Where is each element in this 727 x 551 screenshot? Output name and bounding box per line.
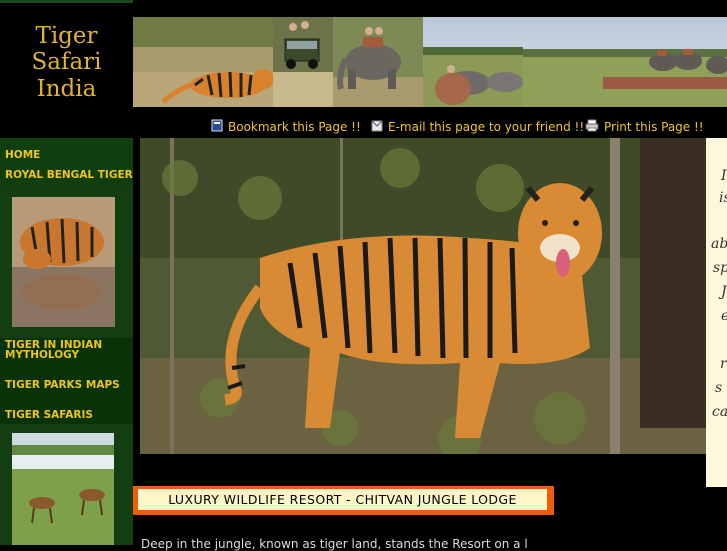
intro-text-fragment: is [719, 190, 727, 206]
bookmark-link[interactable]: Bookmark this Page !! [211, 119, 361, 135]
book-icon [211, 119, 223, 135]
left-sidebar: HOME ROYAL BENGAL TIGER TIGER IN INDIAN … [0, 138, 133, 545]
nav-royal-bengal-tiger[interactable]: ROYAL BENGAL TIGER [0, 170, 133, 181]
logo-line-1: Tiger [35, 23, 98, 49]
intro-text-fragment: ca [712, 404, 727, 420]
intro-text-fragment: sp [713, 260, 727, 276]
resort-heading-box: LUXURY WILDLIFE RESORT - CHITVAN JUNGLE … [133, 486, 554, 515]
email-label: E-mail this page to your friend !! [388, 120, 585, 134]
print-link[interactable]: Print this Page !! [585, 119, 704, 135]
page-actions-bar: Bookmark this Page !! E-mail this page t… [133, 114, 727, 138]
tiger-drinking-thumbnail[interactable] [12, 197, 115, 327]
intro-text-fragment: e [721, 308, 727, 324]
sidebar-photo-frame [0, 186, 133, 338]
resort-description: Deep in the jungle, known as tiger land,… [141, 537, 528, 551]
intro-text-panel: I is ab sp J e r s ca [706, 138, 727, 487]
intro-text-fragment: s [715, 380, 723, 396]
bookmark-label: Bookmark this Page !! [228, 120, 361, 134]
logo-line-3: India [36, 76, 97, 102]
logo-line-2: Safari [31, 49, 102, 75]
header-banner [133, 17, 727, 107]
intro-text-fragment: I [721, 168, 727, 184]
mail-icon [371, 119, 383, 135]
nav-home[interactable]: HOME [0, 150, 133, 161]
nav-tiger-in-indian-mythology[interactable]: TIGER IN INDIAN MYTHOLOGY [0, 340, 133, 361]
nav-mythology-line2: MYTHOLOGY [5, 349, 80, 361]
main-tiger-photo [140, 138, 706, 454]
intro-text-fragment: r [720, 356, 727, 372]
site-logo[interactable]: Tiger Safari India [0, 0, 133, 110]
intro-text-fragment: ab [711, 236, 727, 252]
print-label: Print this Page !! [604, 120, 704, 134]
nav-tiger-safaris[interactable]: TIGER SAFARIS [0, 410, 133, 421]
nav-tiger-parks-maps[interactable]: TIGER PARKS MAPS [0, 380, 133, 391]
sidebar-photo-frame-2 [0, 424, 133, 545]
resort-heading[interactable]: LUXURY WILDLIFE RESORT - CHITVAN JUNGLE … [138, 489, 547, 510]
printer-icon [585, 119, 599, 135]
intro-text-fragment: J [721, 284, 727, 300]
email-link[interactable]: E-mail this page to your friend !! [371, 119, 584, 135]
deer-thumbnail[interactable] [12, 433, 114, 545]
